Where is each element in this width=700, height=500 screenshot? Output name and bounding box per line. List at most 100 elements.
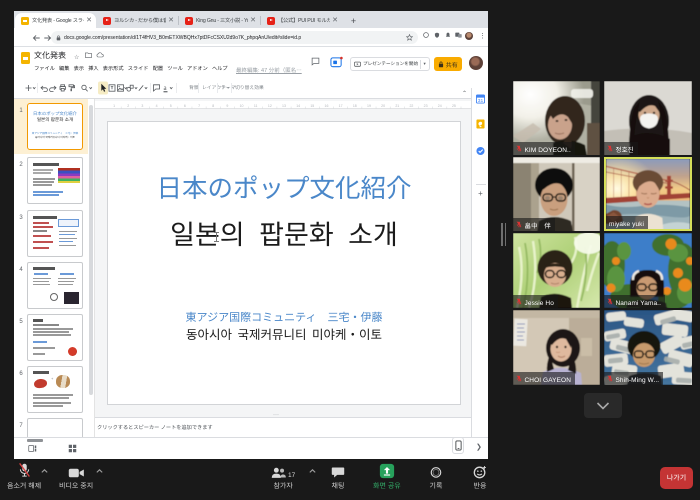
calendar-icon[interactable]: 31 [476,94,485,104]
slide-title-japanese[interactable]: 日本のポップ文化紹介 [108,168,460,205]
zoom-toolbar-chat[interactable]: 채팅 [331,461,345,491]
menu-2[interactable]: 編集 [57,65,72,72]
menu-9[interactable]: アドオン [185,65,210,72]
explore-phone-button[interactable] [452,437,464,454]
video-tile-3[interactable]: 畠中 伴 [513,157,600,231]
tab-close-icon[interactable]: ✕ [86,17,92,24]
caret-up-icon[interactable] [96,469,103,473]
bookmark-star-icon[interactable] [406,34,413,41]
redo-icon[interactable] [50,86,56,92]
insert-comment-icon[interactable] [154,85,160,91]
browser-tab-1[interactable]: 文化発表 - Google スライド✕ [15,13,96,28]
video-tile-8[interactable]: Shih-Ming W... [604,310,692,385]
extension-icon-4[interactable] [455,32,462,38]
caret-up-icon[interactable] [41,469,48,473]
zoom-toolbar-participants[interactable]: 17참가자 [271,461,295,491]
side-panel-add-icon[interactable]: + [476,188,485,199]
move-folder-icon[interactable] [85,52,92,58]
tasks-icon[interactable] [476,146,485,156]
video-tile-7[interactable]: CHOI GAYEON [513,310,600,385]
menu-8[interactable]: ツール [165,65,185,72]
undo-icon[interactable] [41,86,47,92]
video-tile-6[interactable]: Nanami Yama.. [604,233,692,308]
slide-thumbnail-2[interactable] [27,157,83,204]
video-tile-1[interactable]: KIM DOYEON.. [513,81,600,155]
panel-drag-handle[interactable] [501,223,507,246]
slide-thumbnail-1[interactable]: 日本のポップ文化紹介일본의 팝문화 소개東アジア国際コミュニティ 三宅・伊藤동아… [27,103,83,150]
tab-close-icon[interactable]: ✕ [250,17,256,24]
print-icon[interactable] [60,85,65,91]
video-tile-5[interactable]: Jessie Ho [513,233,600,308]
slide-subtitle-japanese[interactable]: 東アジア国際コミュニティ 三宅・伊藤 [108,309,460,325]
last-edit-link[interactable]: 最終編集: 47 分前（匿名… [236,66,302,74]
new-tab-button[interactable]: + [348,15,359,26]
filmstrip-scrollbar[interactable] [89,105,93,395]
toolbar-collapse-icon[interactable]: ⌃ [462,88,467,97]
zoom-toolbar-video[interactable]: 비디오 중지 [59,461,93,491]
participant-name: 畠中 伴 [525,220,551,230]
slide-thumbnail-6[interactable]: + [27,366,83,413]
browser-profile-avatar[interactable] [465,32,473,40]
textbox-icon[interactable] [109,85,115,91]
toolbar-text-3[interactable]: テーマ [221,84,235,91]
share-button[interactable]: 共有 [434,57,462,71]
back-icon[interactable] [32,28,41,47]
toolbar-text-4[interactable]: 切り替え効果 [235,84,264,91]
menu-1[interactable]: ファイル [32,65,57,72]
zoom-toolbar-mic[interactable]: 음소거 해제 [7,461,41,491]
extension-icon-3[interactable] [445,32,451,38]
cloud-status-icon[interactable] [96,52,104,58]
menu-7[interactable]: 配置 [151,65,166,72]
zoom-toolbar-share[interactable]: 화면 공유 [373,461,401,491]
leave-button[interactable]: 나가기 [660,467,693,489]
menu-6[interactable]: スライド [126,65,151,72]
slide-thumbnail-4[interactable] [27,262,83,309]
url-bar[interactable]: docs.google.com/presentation/d/1T4fHV3_B… [51,31,418,44]
slide-thumbnail-3[interactable] [27,210,83,257]
account-avatar[interactable] [469,56,483,70]
zoom-tool-icon[interactable] [82,85,92,91]
slide-subtitle-korean[interactable]: 동아시아 국제커뮤니티 미야케・이토 [108,324,460,343]
format-options-icon[interactable]: a [164,84,173,92]
slide-thumbnail-5[interactable] [27,314,83,361]
menu-5[interactable]: 表示形式 [101,65,126,72]
browser-menu-kebab-icon[interactable]: ⋮ [479,31,486,41]
add-slide-icon[interactable] [26,85,36,91]
slide-thumbnail-7[interactable] [27,418,83,437]
browser-tab-2[interactable]: ヨルシカ - だから僕は音楽を辞めた✕ [97,13,178,28]
tab-close-icon[interactable]: ✕ [168,17,174,24]
grid-view-icon[interactable] [68,444,77,453]
present-mode-icon[interactable] [330,56,343,69]
speaker-notes-panel[interactable]: クリックするとスピーカー ノートを追加できます [95,417,471,437]
extension-icon-1[interactable] [423,32,429,38]
insert-shape-icon[interactable] [127,85,137,91]
document-title[interactable]: 文化発表 [34,50,66,61]
paint-format-icon[interactable] [69,85,75,91]
browser-tab-4[interactable]: 【公式】PUI PUI モルカー 第1話✕ [261,13,342,28]
side-panel-collapse-icon[interactable]: ❯ [476,442,482,452]
zoom-toolbar-record[interactable]: 기록 [429,461,443,491]
insert-image-icon[interactable] [118,85,127,91]
keep-icon[interactable] [476,119,485,129]
present-button[interactable]: プレゼンテーションを開始 ▾ [350,57,430,71]
comment-history-icon[interactable] [311,57,320,66]
menu-4[interactable]: 挿入 [86,65,101,72]
browser-tab-3[interactable]: King Gnu - 三文小説 - YouTube✕ [179,13,260,28]
slide-title-korean[interactable]: 일본의 팝문화 소개 [108,213,460,252]
participant-name-label: 정호진 [604,142,638,155]
menu-10[interactable]: ヘルプ [210,65,230,72]
filmstrip-h-scrollbar[interactable] [27,439,43,442]
tab-close-icon[interactable]: ✕ [332,17,338,24]
slide-page[interactable]: 日本のポップ文化紹介 일본의 팝문화 소개 東アジア国際コミュニティ 三宅・伊藤… [107,121,461,405]
zoom-toolbar-reactions[interactable]: 반응 [473,461,487,491]
video-tile-2[interactable]: 정호진 [604,81,692,155]
thumbnail-content [33,247,49,249]
filmstrip-view-icon[interactable] [28,444,37,453]
grid-collapse-button[interactable] [584,393,622,418]
menu-3[interactable]: 表示 [72,65,87,72]
insert-line-icon[interactable] [139,85,147,90]
extension-icon-2[interactable] [434,32,440,38]
star-document-icon[interactable]: ☆ [74,52,79,61]
caret-up-icon[interactable] [309,469,316,473]
video-tile-4[interactable]: miyake yuki [604,157,692,231]
